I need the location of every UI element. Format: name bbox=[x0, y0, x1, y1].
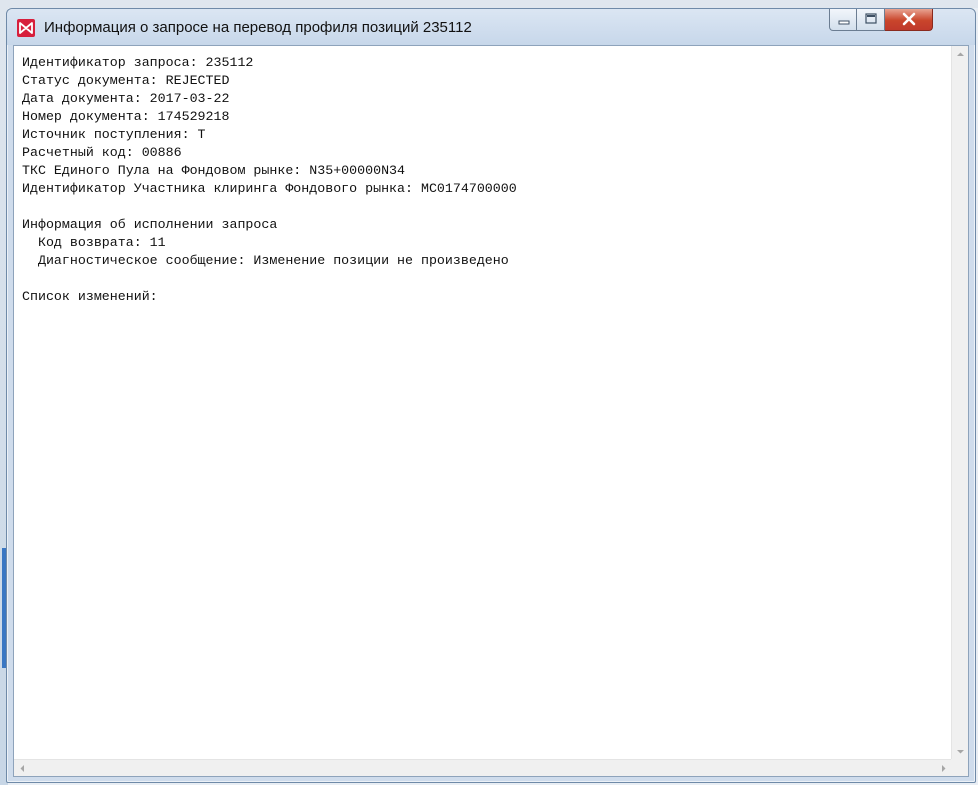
text-line bbox=[22, 270, 952, 288]
minimize-icon bbox=[838, 20, 850, 25]
text-line: ТКС Единого Пула на Фондовом рынке: N35+… bbox=[22, 163, 406, 178]
text-line: Код возврата: 11 bbox=[22, 235, 166, 250]
scroll-right-button[interactable] bbox=[935, 760, 952, 777]
title-bar[interactable]: Информация о запросе на перевод профиля … bbox=[7, 9, 975, 45]
scroll-up-button[interactable] bbox=[952, 46, 969, 63]
maximize-icon bbox=[865, 13, 877, 24]
arrow-up-icon bbox=[957, 52, 964, 56]
text-line: Источник поступления: T bbox=[22, 127, 206, 142]
scroll-down-button[interactable] bbox=[952, 743, 969, 760]
details-text[interactable]: Идентификатор запроса: 235112 Статус док… bbox=[14, 46, 952, 760]
text-line: Идентификатор запроса: 235112 bbox=[22, 55, 254, 70]
text-line: Статус документа: REJECTED bbox=[22, 73, 230, 88]
details-text-panel: Идентификатор запроса: 235112 Статус док… bbox=[13, 45, 969, 777]
text-line: Диагностическое сообщение: Изменение поз… bbox=[22, 253, 509, 268]
text-line: Список изменений: bbox=[22, 289, 158, 304]
scroll-left-button[interactable] bbox=[14, 760, 31, 777]
app-logo-icon bbox=[17, 19, 35, 37]
window-title: Информация о запросе на перевод профиля … bbox=[44, 19, 472, 36]
text-line: Номер документа: 174529218 bbox=[22, 109, 230, 124]
text-line: Идентификатор Участника клиринга Фондово… bbox=[22, 181, 517, 196]
background-app-strip bbox=[0, 0, 978, 8]
maximize-button[interactable] bbox=[857, 9, 885, 31]
text-line bbox=[22, 198, 952, 216]
text-line: Информация об исполнении запроса bbox=[22, 217, 278, 232]
arrow-left-icon bbox=[20, 765, 24, 772]
vertical-scrollbar[interactable] bbox=[951, 46, 968, 760]
arrow-down-icon bbox=[957, 750, 964, 754]
text-line: Расчетный код: 00886 bbox=[22, 145, 182, 160]
arrow-right-icon bbox=[942, 765, 946, 772]
horizontal-scrollbar[interactable] bbox=[14, 759, 952, 776]
close-icon bbox=[902, 12, 916, 26]
request-info-window: Информация о запросе на перевод профиля … bbox=[6, 8, 976, 783]
minimize-button[interactable] bbox=[829, 9, 857, 31]
text-line: Дата документа: 2017-03-22 bbox=[22, 91, 230, 106]
scrollbar-corner bbox=[951, 759, 968, 776]
close-button[interactable] bbox=[885, 9, 933, 31]
